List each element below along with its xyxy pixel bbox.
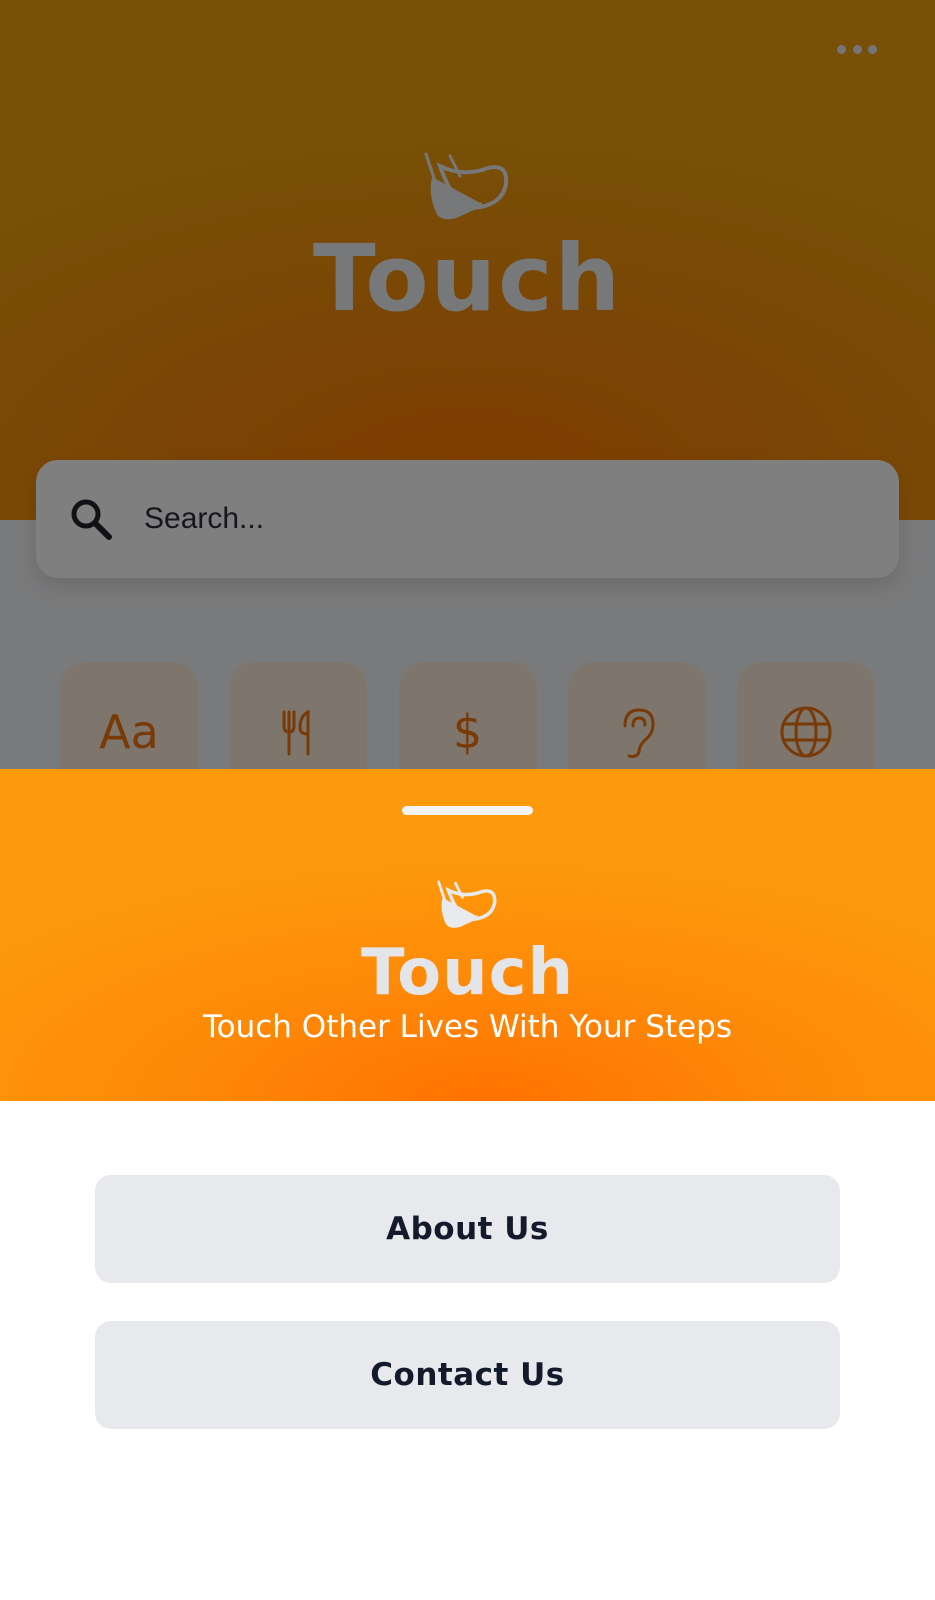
logo-mask-icon [437,880,497,928]
contact-us-button[interactable]: Contact Us [95,1321,840,1429]
drag-handle[interactable] [402,806,533,815]
about-us-button[interactable]: About Us [95,1175,840,1283]
sheet-title: Touch [360,936,575,1010]
bottom-sheet: Touch Touch Other Lives With Your Steps … [0,769,935,1600]
sheet-header: Touch Touch Other Lives With Your Steps [0,769,935,1101]
sheet-tagline: Touch Other Lives With Your Steps [202,1009,732,1045]
